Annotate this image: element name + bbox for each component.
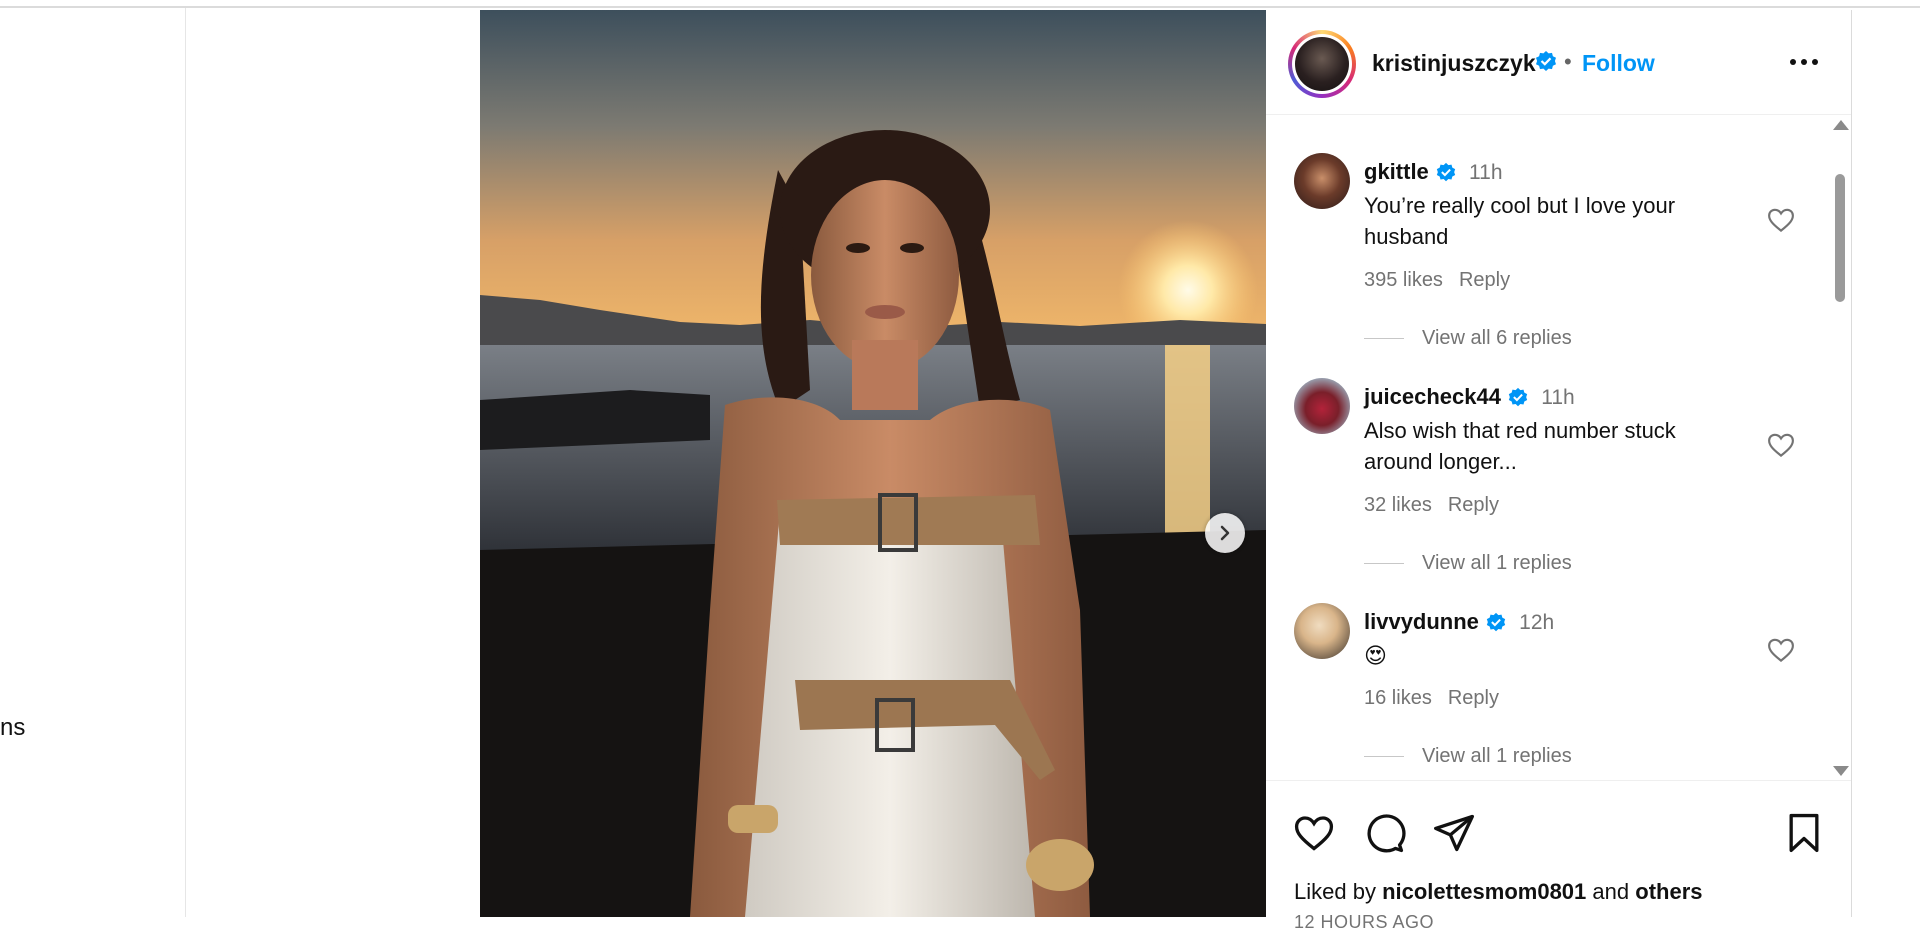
left-sidebar: ns	[0, 8, 186, 917]
author-username[interactable]: kristinjuszczyk	[1372, 50, 1536, 77]
author-avatar[interactable]	[1288, 30, 1356, 98]
reply-button[interactable]: Reply	[1448, 494, 1499, 516]
comment-meta: 16 likes Reply	[1364, 687, 1499, 710]
comment-item: livvydunne 12h 😍 16 likes Reply View all …	[1266, 565, 1826, 785]
more-options-icon[interactable]	[1788, 52, 1820, 72]
reply-button[interactable]: Reply	[1459, 269, 1510, 291]
comment-item: juicecheck44 11h Also wish that red numb…	[1266, 340, 1826, 574]
commenter-avatar[interactable]	[1294, 378, 1350, 434]
comment-username[interactable]: juicecheck44	[1364, 384, 1501, 409]
next-image-button[interactable]	[1205, 513, 1245, 553]
liked-by-others[interactable]: others	[1635, 879, 1702, 904]
post-actions-bar: Liked by nicolettesmom0801 and others 12…	[1266, 780, 1851, 932]
like-comment-heart-icon[interactable]	[1766, 205, 1796, 235]
photo-illustration	[480, 10, 1266, 917]
view-replies-button[interactable]: View all 1 replies	[1364, 745, 1572, 768]
comments-scrollbar[interactable]	[1829, 120, 1851, 780]
like-heart-icon[interactable]	[1292, 811, 1336, 855]
scroll-down-arrow-icon[interactable]	[1833, 766, 1849, 776]
comment-bubble-icon[interactable]	[1362, 811, 1406, 855]
save-bookmark-icon[interactable]	[1782, 811, 1826, 855]
verified-badge-icon	[1536, 51, 1556, 71]
commenter-avatar[interactable]	[1294, 603, 1350, 659]
liked-by-prefix: Liked by	[1294, 879, 1376, 904]
post-header: kristinjuszczyk • Follow	[1266, 10, 1851, 115]
comment-meta: 32 likes Reply	[1364, 494, 1499, 517]
top-divider	[0, 6, 1920, 8]
separator-dot: •	[1564, 49, 1572, 74]
comment-text: You’re really cool but I love your husba…	[1364, 193, 1676, 249]
scrollbar-thumb[interactable]	[1835, 174, 1845, 302]
follow-button[interactable]: Follow	[1582, 50, 1655, 77]
comment-header: gkittle 11h	[1364, 159, 1503, 185]
comment-timestamp[interactable]: 11h	[1541, 386, 1574, 409]
comment-username[interactable]: gkittle	[1364, 159, 1429, 184]
like-comment-heart-icon[interactable]	[1766, 430, 1796, 460]
verified-badge-icon	[1508, 388, 1528, 407]
comment-timestamp[interactable]: 12h	[1519, 611, 1554, 634]
share-send-icon[interactable]	[1432, 811, 1476, 855]
post-image[interactable]	[480, 10, 1266, 917]
like-comment-heart-icon[interactable]	[1766, 635, 1796, 665]
liked-by-text: Liked by nicolettesmom0801 and others	[1294, 879, 1703, 905]
post-details-panel: kristinjuszczyk • Follow gkittle 11h You…	[1266, 10, 1852, 932]
verified-badge-icon	[1486, 613, 1506, 632]
view-replies-label: View all 1 replies	[1422, 745, 1572, 767]
scroll-up-arrow-icon[interactable]	[1833, 120, 1849, 130]
sidebar-item-label-partial[interactable]: ns	[0, 714, 25, 742]
verified-badge-icon	[1436, 163, 1456, 182]
comment-timestamp[interactable]: 11h	[1469, 161, 1502, 184]
comment-item: gkittle 11h You’re really cool but I lov…	[1266, 115, 1826, 349]
post-timestamp[interactable]: 12 HOURS AGO	[1294, 912, 1434, 933]
comments-list: gkittle 11h You’re really cool but I lov…	[1266, 115, 1851, 785]
comment-text: 😍	[1364, 643, 1387, 668]
reply-button[interactable]: Reply	[1448, 687, 1499, 709]
comment-text: Also wish that red number stuck around l…	[1364, 418, 1676, 474]
comment-likes[interactable]: 16 likes	[1364, 687, 1432, 709]
comment-header: juicecheck44 11h	[1364, 384, 1575, 410]
liked-by-username[interactable]: nicolettesmom0801	[1382, 879, 1586, 904]
chevron-right-icon	[1220, 525, 1230, 541]
comment-header: livvydunne 12h	[1364, 609, 1554, 635]
comment-meta: 395 likes Reply	[1364, 269, 1510, 292]
comment-username[interactable]: livvydunne	[1364, 609, 1479, 634]
comment-likes[interactable]: 395 likes	[1364, 269, 1443, 291]
commenter-avatar[interactable]	[1294, 153, 1350, 209]
liked-by-and: and	[1592, 879, 1630, 904]
comment-likes[interactable]: 32 likes	[1364, 494, 1432, 516]
